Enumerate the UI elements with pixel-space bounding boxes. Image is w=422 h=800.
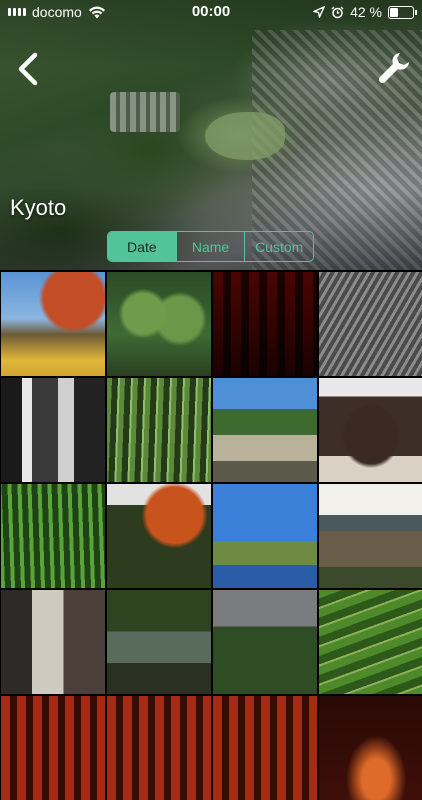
sort-option-date[interactable]: Date bbox=[108, 232, 176, 261]
photo-thumbnail[interactable] bbox=[319, 272, 422, 376]
location-arrow-icon bbox=[313, 6, 326, 18]
photo-thumbnail[interactable] bbox=[319, 484, 422, 588]
photo-thumbnail[interactable] bbox=[1, 590, 105, 694]
photo-thumbnail[interactable] bbox=[107, 696, 211, 800]
alarm-icon bbox=[331, 5, 344, 18]
photo-thumbnail[interactable] bbox=[1, 484, 105, 588]
photo-grid bbox=[0, 270, 422, 800]
photo-thumbnail[interactable] bbox=[107, 272, 211, 376]
photo-thumbnail[interactable] bbox=[1, 696, 105, 800]
battery-icon bbox=[388, 5, 417, 19]
photo-thumbnail[interactable] bbox=[107, 590, 211, 694]
photo-thumbnail[interactable] bbox=[1, 378, 105, 482]
photo-thumbnail[interactable] bbox=[213, 378, 317, 482]
photo-thumbnail[interactable] bbox=[213, 696, 317, 800]
sort-option-custom[interactable]: Custom bbox=[244, 232, 313, 261]
photo-thumbnail[interactable] bbox=[319, 590, 422, 694]
status-bar: docomo 00:00 42 % bbox=[0, 0, 422, 24]
photo-thumbnail[interactable] bbox=[213, 484, 317, 588]
photo-thumbnail[interactable] bbox=[1, 272, 105, 376]
header-cover-photo bbox=[0, 0, 422, 270]
album-title: Kyoto bbox=[10, 195, 67, 220]
sort-segmented-control: Date Name Custom bbox=[107, 231, 314, 262]
photo-thumbnail[interactable] bbox=[319, 378, 422, 482]
battery-percentage: 42 % bbox=[350, 4, 382, 20]
photo-thumbnail[interactable] bbox=[107, 378, 211, 482]
wrench-icon[interactable] bbox=[376, 50, 412, 86]
photo-thumbnail[interactable] bbox=[213, 272, 317, 376]
sort-option-name[interactable]: Name bbox=[175, 232, 245, 261]
back-chevron-icon[interactable] bbox=[14, 52, 42, 86]
photo-thumbnail[interactable] bbox=[319, 696, 422, 800]
photo-thumbnail[interactable] bbox=[213, 590, 317, 694]
photo-thumbnail[interactable] bbox=[107, 484, 211, 588]
